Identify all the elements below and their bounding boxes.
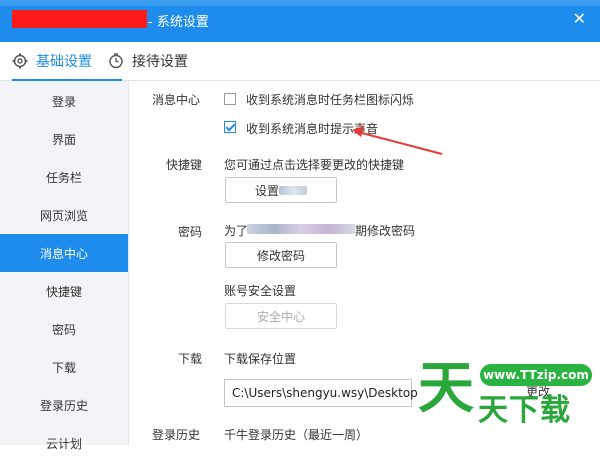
clock-icon xyxy=(109,53,123,69)
section-label-password: 密码 xyxy=(178,225,203,239)
tab-reception-settings[interactable]: 接待设置 xyxy=(108,42,188,80)
sidebar-item-hotkeys[interactable]: 快捷键 xyxy=(0,272,128,310)
save-location-label: 下载保存位置 xyxy=(224,352,297,366)
annotation-arrow-icon xyxy=(352,126,443,155)
title-bar: - 系统设置 ✕ xyxy=(0,0,600,42)
sidebar-item-login[interactable]: 登录 xyxy=(0,82,128,120)
change-password-button[interactable]: 修改密码 xyxy=(225,242,337,268)
section-label-download: 下载 xyxy=(178,352,203,366)
sound-alert-checkbox[interactable] xyxy=(224,121,236,133)
download-path-field[interactable]: C:\Users\shengyu.wsy\Desktop xyxy=(224,379,418,407)
sidebar-item-login-history[interactable]: 登录历史 xyxy=(0,386,128,424)
security-center-label: 安全中心 xyxy=(256,309,305,324)
taskbar-flash-checkbox[interactable] xyxy=(224,93,236,105)
watermark-text: 天下载 xyxy=(478,393,571,428)
watermark-big-char: 天 xyxy=(418,356,474,421)
site-watermark: 更改 天 www.TTzip.com 天下载 xyxy=(412,355,600,445)
redacted-password-text xyxy=(247,224,355,234)
account-security-label: 账号安全设置 xyxy=(224,284,297,298)
gear-icon xyxy=(12,53,28,69)
window-title: - 系统设置 xyxy=(148,15,209,30)
taskbar-flash-label: 收到系统消息时任务栏图标闪烁 xyxy=(246,93,415,107)
sidebar-item-taskbar[interactable]: 任务栏 xyxy=(0,158,128,196)
change-password-label: 修改密码 xyxy=(256,248,305,263)
redacted-hotkey-value xyxy=(279,185,307,195)
hotkey-hint: 您可通过点击选择要更改的快捷键 xyxy=(224,158,405,172)
close-icon[interactable]: ✕ xyxy=(573,9,586,28)
section-label-login-history: 登录历史 xyxy=(152,428,201,442)
download-path-value: C:\Users\shengyu.wsy\Desktop xyxy=(232,386,418,400)
tab-basic-settings[interactable]: 基础设置 xyxy=(12,42,122,81)
sidebar-item-message-center[interactable]: 消息中心 xyxy=(0,234,128,272)
security-center-button[interactable]: 安全中心 xyxy=(225,303,337,329)
section-label-hotkeys: 快捷键 xyxy=(166,158,203,172)
title-top-strip xyxy=(0,0,600,6)
tab-label: 基础设置 xyxy=(36,54,92,70)
settings-tab-bar: 基础设置 接待设置 xyxy=(0,42,600,81)
hotkey-setting-button[interactable]: 设置 xyxy=(225,177,337,203)
watermark-url: www.TTzip.com xyxy=(480,364,592,386)
settings-sidebar: 登录 界面 任务栏 网页浏览 消息中心 快捷键 密码 下载 登录历史 云计划 xyxy=(0,81,129,451)
password-text-suffix: 期修改密码 xyxy=(355,224,416,238)
section-label-message-center: 消息中心 xyxy=(152,93,201,107)
sidebar-item-download[interactable]: 下载 xyxy=(0,348,128,386)
login-history-text: 千牛登录历史（最近一周） xyxy=(224,428,369,442)
sidebar-item-web-browsing[interactable]: 网页浏览 xyxy=(0,196,128,234)
sidebar-item-interface[interactable]: 界面 xyxy=(0,120,128,158)
redacted-account-name xyxy=(12,10,147,28)
sidebar-item-cloud-plan[interactable]: 云计划 xyxy=(0,424,128,462)
password-text-prefix: 为了 xyxy=(224,224,249,238)
sidebar-item-password[interactable]: 密码 xyxy=(0,310,128,348)
hotkey-button-label: 设置 xyxy=(254,183,279,198)
tab-label: 接待设置 xyxy=(132,54,188,70)
